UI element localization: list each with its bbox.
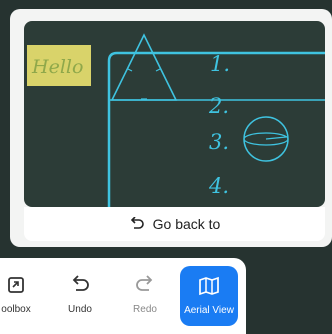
aerial-view-button[interactable]: Aerial View <box>180 266 238 326</box>
board-thumbnail: Hello 1. 2. 3. 4. <box>27 33 325 207</box>
redo-label: Redo <box>133 304 157 315</box>
toolbox-label: oolbox <box>1 304 31 315</box>
redo-icon <box>134 275 156 298</box>
handwritten-number-2: 2. <box>208 94 229 118</box>
return-arrow-icon <box>129 217 145 231</box>
handwritten-number-4: 4. <box>208 174 229 198</box>
canvas-edge <box>246 258 332 334</box>
go-back-button[interactable]: Go back to <box>24 207 325 241</box>
sticky-note-text: Hello <box>31 56 83 78</box>
toolbox-icon <box>6 275 26 298</box>
handwritten-number-3: 3. <box>209 130 229 154</box>
bottom-toolbar: oolbox Undo Redo Aerial View <box>0 258 246 334</box>
sphere-shape <box>243 116 289 162</box>
aerial-view-popup: Hello 1. 2. 3. 4. Go back to <box>10 9 332 247</box>
undo-button[interactable]: Undo <box>52 264 108 326</box>
aerial-view-label: Aerial View <box>184 305 234 316</box>
go-back-label: Go back to <box>152 216 221 232</box>
undo-label: Undo <box>68 304 92 315</box>
toolbox-button[interactable]: oolbox <box>0 264 44 326</box>
undo-icon <box>69 275 91 298</box>
board-preview[interactable]: Hello 1. 2. 3. 4. <box>24 21 325 207</box>
map-icon <box>198 276 220 299</box>
redo-button[interactable]: Redo <box>117 264 173 326</box>
handwritten-number-1: 1. <box>210 52 230 76</box>
triangle-shape <box>110 33 178 101</box>
